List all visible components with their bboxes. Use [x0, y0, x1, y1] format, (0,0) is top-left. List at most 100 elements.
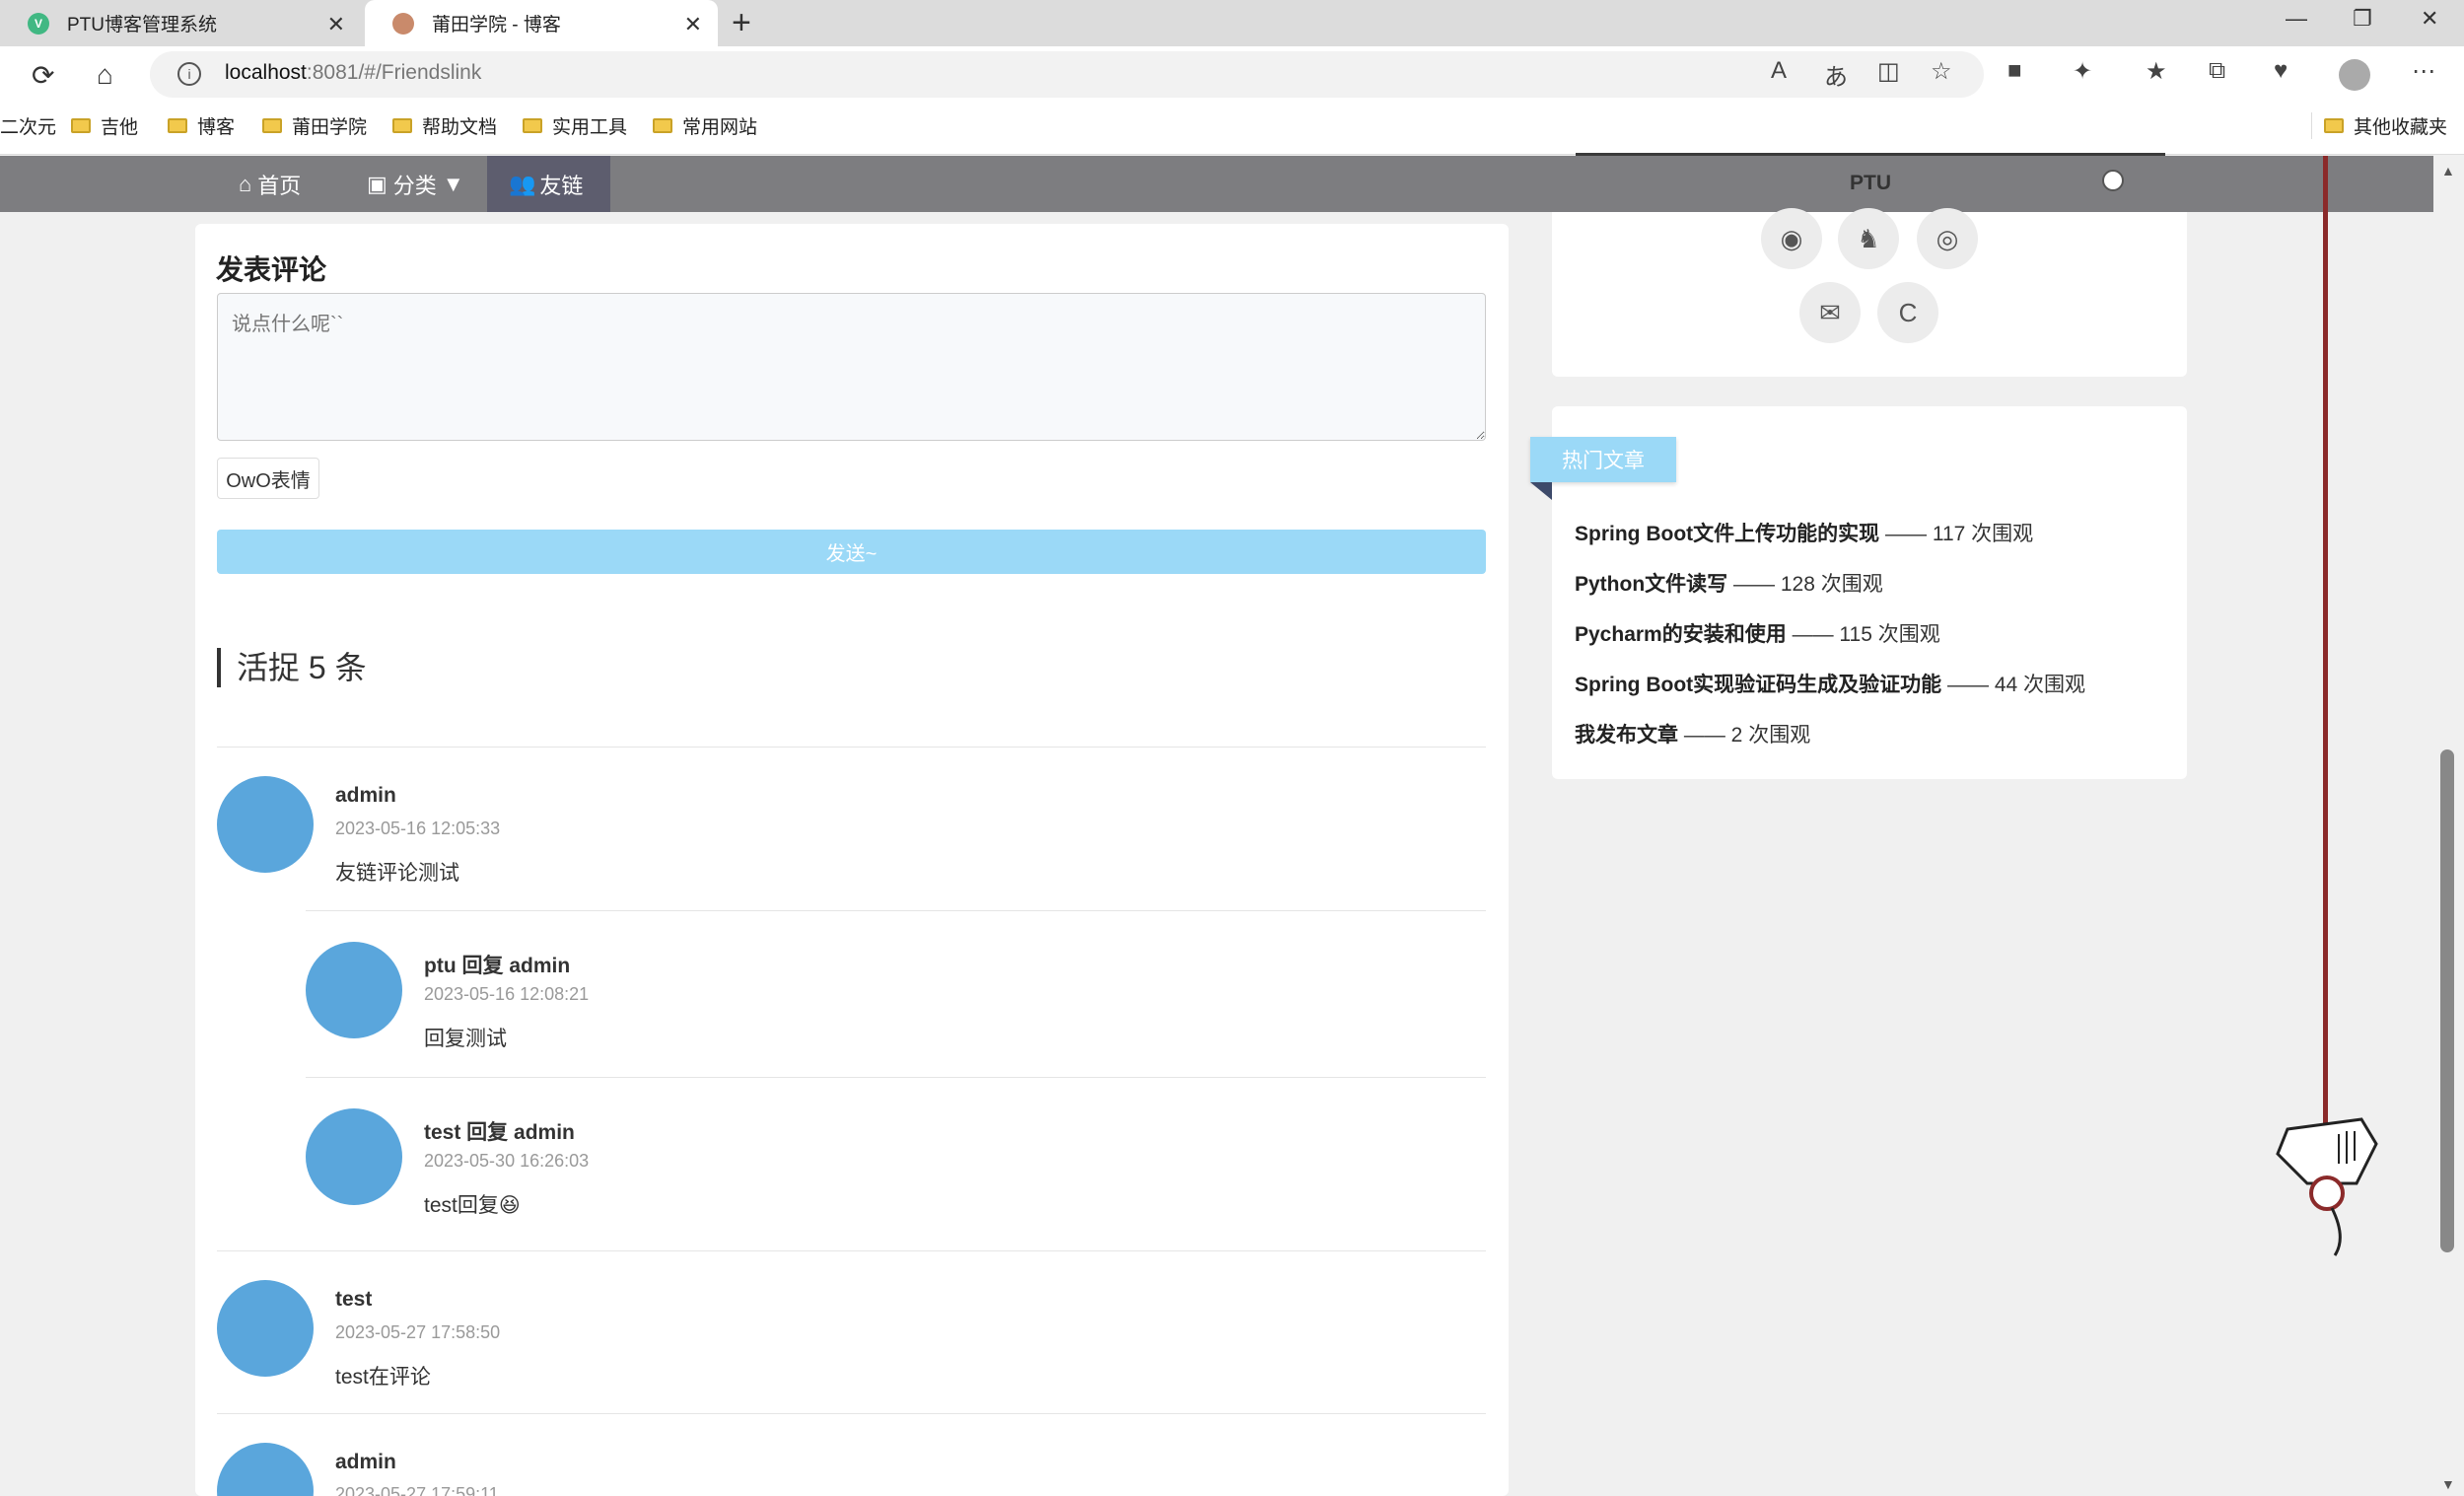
tab-blog-admin[interactable]: V PTU博客管理系统 ✕ — [0, 0, 361, 46]
comment-time: 2023-05-30 16:26:03 — [424, 1151, 590, 1171]
favorite-add-icon[interactable]: ☆ — [1931, 57, 1952, 86]
hot-article-views: —— 128 次围观 — [1733, 573, 1883, 596]
url-text[interactable]: localhost:8081/#/Friendslink — [225, 61, 481, 85]
hot-article-link[interactable]: Spring Boot实现验证码生成及验证功能 —— 44 次围观 — [1575, 669, 2085, 698]
favorites-icon[interactable]: ★ — [2146, 57, 2167, 86]
comment-textarea[interactable] — [217, 293, 1486, 441]
avatar-icon — [392, 12, 414, 35]
avatar — [217, 776, 314, 873]
collections-icon[interactable]: ⧉ — [2209, 57, 2225, 85]
weibo-icon[interactable]: ◎ — [1917, 208, 1978, 269]
send-button[interactable]: 发送~ — [217, 530, 1486, 574]
nav-home[interactable]: ⌂ 首页 — [217, 156, 322, 212]
hot-article-views: —— 44 次围观 — [1947, 674, 2086, 696]
back-to-top-cat-icon[interactable] — [2268, 1109, 2386, 1262]
hot-article-views: —— 2 次围观 — [1683, 724, 1811, 747]
divider — [306, 1077, 1486, 1078]
bookmark-label: 帮助文档 — [422, 117, 498, 138]
nav-category[interactable]: ▣ 分类 ▼ — [345, 156, 486, 212]
users-icon: 👥 — [509, 171, 536, 196]
comment-text: test在评论 — [335, 1366, 431, 1389]
folder-icon — [71, 118, 91, 133]
comment-text: 友链评论测试 — [335, 862, 459, 885]
read-aloud-icon[interactable]: A — [1771, 57, 1787, 85]
health-icon[interactable]: ♥ — [2274, 57, 2288, 85]
info-icon[interactable]: i — [177, 62, 201, 86]
comment-text: 回复测试 — [424, 1028, 507, 1050]
close-icon[interactable]: ✕ — [684, 12, 702, 37]
folder-icon — [392, 118, 412, 133]
comment-text: test回复😆 — [424, 1189, 521, 1219]
comment-count-title: 活捉 5 条 — [217, 648, 367, 687]
profile-icon[interactable] — [2339, 59, 2370, 91]
comment-author: test — [335, 1288, 373, 1311]
nav-category-label: 分类 — [392, 173, 437, 198]
hot-article-title: 我发布文章 — [1575, 724, 1678, 747]
comment-author: test 回复 admin — [424, 1121, 575, 1144]
puzzle-icon[interactable]: ✦ — [2073, 57, 2092, 86]
close-window-button[interactable]: ✕ — [2421, 6, 2438, 32]
scrollbar-thumb[interactable] — [2440, 749, 2454, 1252]
divider — [217, 1413, 1486, 1414]
avatar — [306, 942, 402, 1038]
github-icon[interactable]: ◉ — [1761, 208, 1822, 269]
avatar — [306, 1108, 402, 1205]
tab-title: PTU博客管理系统 — [67, 15, 218, 36]
hot-article-title: Spring Boot实现验证码生成及验证功能 — [1575, 674, 1942, 696]
bookmark-label: 莆田学院 — [292, 117, 368, 138]
new-tab-button[interactable]: + — [732, 4, 751, 42]
comment-author: ptu 回复 admin — [424, 955, 571, 977]
hot-article-link[interactable]: Spring Boot文件上传功能的实现 —— 117 次围观 — [1575, 518, 2033, 547]
back-to-top-rope[interactable] — [2323, 156, 2328, 1132]
bookmark-item[interactable]: 博客 — [168, 112, 235, 139]
comment-form-title: 发表评论 — [216, 254, 327, 285]
more-icon[interactable]: ⋯ — [2412, 57, 2435, 86]
home-icon[interactable]: ⌂ — [97, 59, 113, 91]
minimize-button[interactable]: — — [2286, 6, 2307, 32]
bookmark-item[interactable]: 吉他 — [71, 112, 138, 139]
hot-article-link[interactable]: 我发布文章 —— 2 次围观 — [1575, 719, 1810, 748]
hot-article-link[interactable]: Python文件读写 —— 128 次围观 — [1575, 568, 1883, 598]
archive-icon: ▣ — [367, 171, 387, 196]
tab-ptu-blog[interactable]: 莆田学院 - 博客 ✕ — [365, 0, 718, 46]
qq-icon[interactable]: ♞ — [1838, 208, 1899, 269]
translate-icon[interactable]: あ — [1824, 57, 1848, 92]
tab-title: 莆田学院 - 博客 — [432, 15, 561, 36]
folder-icon — [168, 118, 187, 133]
user-circle-icon[interactable] — [2102, 170, 2124, 191]
extension-icon[interactable]: ■ — [2007, 57, 2022, 85]
restore-button[interactable]: ❐ — [2353, 6, 2372, 32]
split-screen-icon[interactable]: ◫ — [1877, 57, 1900, 86]
scroll-down-arrow-icon[interactable]: ▼ — [2441, 1476, 2455, 1492]
wechat-icon[interactable]: ✉ — [1799, 282, 1861, 343]
folder-icon — [653, 118, 672, 133]
comment-time: 2023-05-16 12:08:21 — [424, 984, 590, 1004]
bookmark-item[interactable]: 常用网站 — [653, 112, 757, 139]
bookmark-item[interactable]: 实用工具 — [523, 112, 627, 139]
reload-icon[interactable]: ⟳ — [32, 59, 54, 92]
divider — [306, 910, 1486, 911]
url-path: :8081/#/Friendslink — [306, 61, 482, 84]
csdn-icon[interactable]: C — [1877, 282, 1938, 343]
divider — [217, 747, 1486, 748]
bookmark-item[interactable]: 莆田学院 — [262, 112, 367, 139]
owo-emoji-button[interactable]: OwO表情 — [217, 458, 319, 499]
csdn-label: C — [1898, 297, 1918, 327]
bookmark-item[interactable]: 帮助文档 — [392, 112, 497, 139]
comment-time: 2023-05-16 12:05:33 — [335, 819, 501, 838]
comment-time: 2023-05-27 17:58:50 — [335, 1322, 501, 1342]
other-bookmarks[interactable]: 其他收藏夹 — [2311, 112, 2447, 139]
avatar — [217, 1280, 314, 1377]
nav-home-label: 首页 — [257, 173, 302, 198]
folder-icon — [262, 118, 282, 133]
close-icon[interactable]: ✕ — [327, 12, 345, 37]
hot-article-title: Pycharm的安装和使用 — [1575, 623, 1787, 646]
scroll-up-arrow-icon[interactable]: ▲ — [2441, 163, 2455, 178]
hot-article-link[interactable]: Pycharm的安装和使用 —— 115 次围观 — [1575, 618, 1940, 648]
site-name: PTU — [1850, 172, 1891, 194]
vue-logo-icon: V — [28, 12, 49, 35]
hot-articles-title: 热门文章 — [1530, 437, 1676, 482]
nav-friends[interactable]: 👥 友链 — [487, 156, 610, 212]
comment-text-body: test回复 — [424, 1194, 499, 1217]
bookmark-item[interactable]: 二次元 — [0, 112, 56, 139]
